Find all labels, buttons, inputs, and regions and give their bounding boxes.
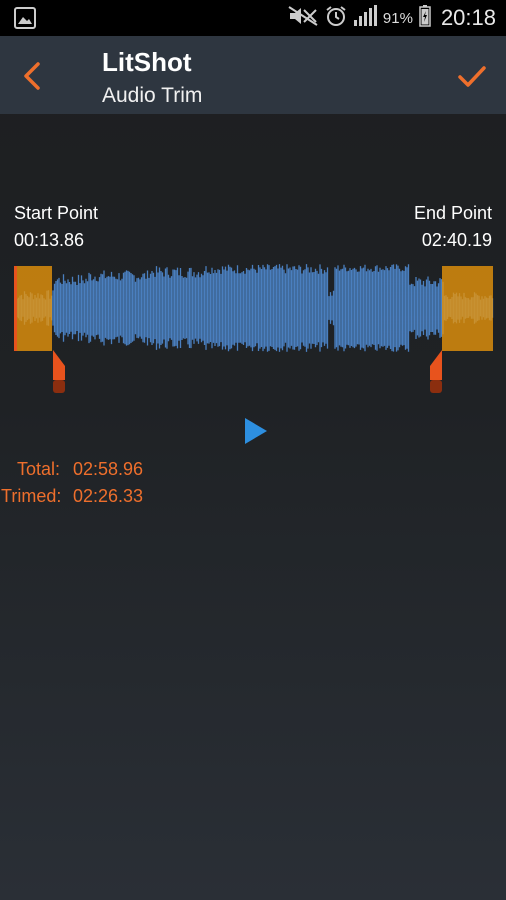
back-button[interactable]	[16, 56, 52, 96]
chevron-left-icon	[24, 62, 40, 90]
trim-start-overlay[interactable]	[14, 266, 52, 351]
signal-icon	[353, 4, 377, 32]
app-title: LitShot	[102, 47, 192, 77]
gallery-icon	[14, 7, 36, 34]
play-button[interactable]	[243, 416, 269, 446]
mute-icon	[287, 5, 319, 32]
play-icon	[245, 418, 267, 444]
end-point-time: 02:40.19	[421, 230, 492, 250]
checkmark-icon	[458, 66, 486, 87]
app-subtitle: Audio Trim	[102, 84, 203, 107]
battery-percent: 91%	[382, 9, 413, 27]
start-point-time: 00:13.86	[14, 230, 85, 250]
alarm-icon	[325, 5, 347, 32]
end-handle[interactable]	[428, 350, 444, 394]
total-value: 02:58.96	[73, 459, 144, 479]
status-time: 20:18	[440, 5, 496, 30]
app-bar: LitShot Audio Trim	[0, 36, 506, 114]
battery-icon	[419, 4, 431, 32]
start-handle[interactable]	[51, 350, 67, 394]
start-point-label: Start Point	[14, 203, 99, 223]
waveform[interactable]	[14, 262, 494, 354]
waveform-graphic	[14, 264, 494, 352]
trimmed-value: 02:26.33	[73, 486, 144, 506]
confirm-button[interactable]	[454, 58, 490, 94]
status-bar: 91% 20:18	[0, 0, 506, 36]
total-label: Total:	[17, 459, 61, 479]
trim-end-overlay[interactable]	[442, 266, 493, 351]
trimmed-label: Trimed:	[1, 486, 62, 506]
end-point-label: End Point	[413, 203, 492, 223]
